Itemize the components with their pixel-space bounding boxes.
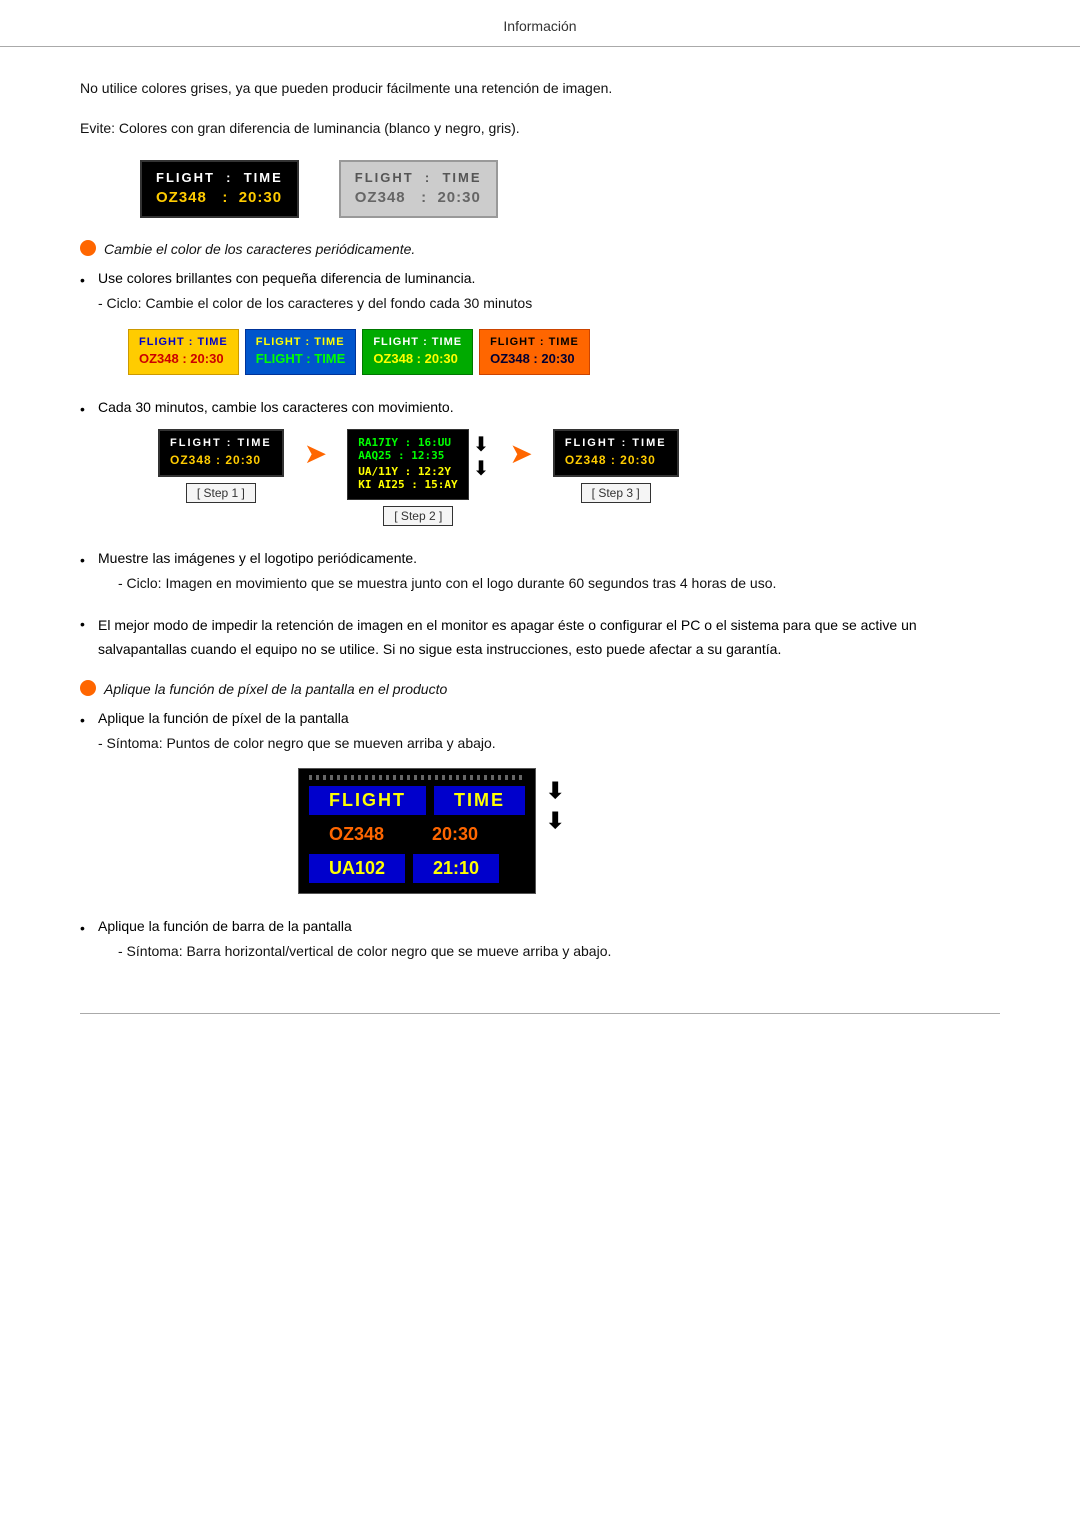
cycle-board-green: FLIGHT : TIME OZ348 : 20:30 [362, 329, 473, 375]
cycle-board-orange-row2: OZ348 : 20:30 [490, 351, 579, 366]
bullet-5-text: Aplique la función de píxel de la pantal… [98, 710, 1000, 726]
bullet-item-6: • Aplique la función de barra de la pant… [80, 918, 1000, 972]
step-3-board: FLIGHT : TIME OZ348 : 20:30 [553, 429, 679, 477]
bullet-item-5: • Aplique la función de píxel de la pant… [80, 710, 1000, 908]
cycle-board-blue-row1: FLIGHT : TIME [256, 336, 346, 348]
bullet-dot-6: • [80, 920, 98, 936]
sub-text-5: - Síntoma: Puntos de color negro que se … [98, 732, 1000, 754]
cycle-board-green-row2: OZ348 : 20:30 [373, 351, 462, 366]
step-1-label: [ Step 1 ] [186, 483, 256, 503]
board-black-row1: FLIGHT : TIME [156, 170, 283, 185]
bullet-content-5: Aplique la función de píxel de la pantal… [98, 710, 1000, 908]
step-1-row2: OZ348 : 20:30 [170, 453, 272, 467]
pixel-row-ua102: UA102 21:10 [309, 854, 525, 883]
step-2-row2: UA/11Y : 12:2YKI AI25 : 15:AY [358, 465, 457, 491]
board-gray-row1: FLIGHT : TIME [355, 170, 482, 185]
para1: No utilice colores grises, ya que pueden… [80, 77, 1000, 99]
header-title: Información [503, 18, 576, 34]
orange-bullet-1-text: Cambie el color de los caracteres periód… [104, 238, 415, 260]
step-1-row1: FLIGHT : TIME [170, 437, 272, 449]
orange-bullet-1: Cambie el color de los caracteres periód… [80, 238, 1000, 260]
page-content: No utilice colores grises, ya que pueden… [0, 47, 1080, 1064]
pixel-board-dots-row [309, 775, 525, 780]
pixel-cell-2110: 21:10 [413, 854, 499, 883]
arrow-down-pixel-2: ⬇ [546, 808, 564, 834]
cycle-board-orange: FLIGHT : TIME OZ348 : 20:30 [479, 329, 590, 375]
bullet-item-2: • Cada 30 minutos, cambie los caracteres… [80, 399, 1000, 540]
pixel-cell-oz348: OZ348 [309, 820, 404, 849]
orange-circle-icon [80, 240, 96, 256]
cycle-board-yellow-row2: OZ348 : 20:30 [139, 351, 228, 366]
board-gray: FLIGHT : TIME OZ348 : 20:30 [339, 160, 498, 218]
bullet-2-text: Cada 30 minutos, cambie los caracteres c… [98, 399, 1000, 415]
cycle-board-blue-row2: FLIGHT : TIME [256, 351, 346, 366]
intro-boards: FLIGHT : TIME OZ348 : 20:30 FLIGHT : TIM… [140, 160, 1000, 218]
step-section: FLIGHT : TIME OZ348 : 20:30 [ Step 1 ] ➤… [158, 429, 1000, 526]
cycle-board-yellow: FLIGHT : TIME OZ348 : 20:30 [128, 329, 239, 375]
step-3-row2: OZ348 : 20:30 [565, 453, 667, 467]
bullet-content-2: Cada 30 minutos, cambie los caracteres c… [98, 399, 1000, 540]
page-header: Información [0, 0, 1080, 47]
cycle-board-blue: FLIGHT : TIME FLIGHT : TIME [245, 329, 357, 375]
para2: Evite: Colores con gran diferencia de lu… [80, 117, 1000, 139]
bullet-1-text: Use colores brillantes con pequeña difer… [98, 270, 1000, 286]
page-footer [80, 1013, 1000, 1024]
cycle-boards: FLIGHT : TIME OZ348 : 20:30 FLIGHT : TIM… [128, 329, 1000, 375]
bullet-dot-2: • [80, 401, 98, 417]
bullet-4-text: El mejor modo de impedir la retención de… [98, 614, 1000, 662]
bullet-3-text: Muestre las imágenes y el logotipo perió… [98, 550, 1000, 566]
bullet-content-6: Aplique la función de barra de la pantal… [98, 918, 1000, 972]
step-2: RA17IY : 16:UUAAQ25 : 12:35 UA/11Y : 12:… [347, 429, 489, 526]
pixel-board: FLIGHT TIME OZ348 20:30 UA102 21:10 [298, 768, 536, 894]
step-3-row1: FLIGHT : TIME [565, 437, 667, 449]
sub-text-3: - Ciclo: Imagen en movimiento que se mue… [118, 572, 1000, 594]
step-arrow-2: ➤ [509, 437, 532, 470]
bullet-content-3: Muestre las imágenes y el logotipo perió… [98, 550, 1000, 604]
cycle-board-orange-row1: FLIGHT : TIME [490, 336, 579, 348]
pixel-side-arrows: ⬇ ⬇ [546, 778, 564, 834]
board-black-row2: OZ348 : 20:30 [156, 189, 283, 206]
step-1-board: FLIGHT : TIME OZ348 : 20:30 [158, 429, 284, 477]
bullet-dot-4: • [80, 616, 98, 632]
bullet-6-text: Aplique la función de barra de la pantal… [98, 918, 1000, 934]
cycle-board-yellow-row1: FLIGHT : TIME [139, 336, 228, 348]
step-1: FLIGHT : TIME OZ348 : 20:30 [ Step 1 ] [158, 429, 284, 503]
pixel-row-oz348: OZ348 20:30 [309, 820, 525, 849]
bullet-item-3: • Muestre las imágenes y el logotipo per… [80, 550, 1000, 604]
board-black: FLIGHT : TIME OZ348 : 20:30 [140, 160, 299, 218]
orange-circle-icon-2 [80, 680, 96, 696]
arrow-down-icon-1: ⬇ [473, 433, 490, 457]
pixel-cell-2030: 20:30 [412, 820, 498, 849]
pixel-board-header-row: FLIGHT TIME [309, 786, 525, 815]
step-3-label: [ Step 3 ] [581, 483, 651, 503]
cycle-board-green-row1: FLIGHT : TIME [373, 336, 462, 348]
orange-bullet-2-text: Aplique la función de píxel de la pantal… [104, 678, 447, 700]
bullet-dot-3: • [80, 552, 98, 568]
pixel-board-container: FLIGHT TIME OZ348 20:30 UA102 21:10 [298, 768, 1000, 894]
bullet-dot-5: • [80, 712, 98, 728]
dots-pattern [309, 775, 525, 780]
sub-text-6: - Síntoma: Barra horizontal/vertical de … [118, 940, 1000, 962]
bullet-content-4: El mejor modo de impedir la retención de… [98, 614, 1000, 662]
pixel-header-flight: FLIGHT [309, 786, 426, 815]
pixel-cell-ua102: UA102 [309, 854, 405, 883]
step-2-board: RA17IY : 16:UUAAQ25 : 12:35 UA/11Y : 12:… [347, 429, 468, 500]
orange-bullet-2: Aplique la función de píxel de la pantal… [80, 678, 1000, 700]
bullet-item-1: • Use colores brillantes con pequeña dif… [80, 270, 1000, 388]
board-gray-row2: OZ348 : 20:30 [355, 189, 482, 206]
bullet-content-1: Use colores brillantes con pequeña difer… [98, 270, 1000, 388]
step-2-label: [ Step 2 ] [383, 506, 453, 526]
step-3: FLIGHT : TIME OZ348 : 20:30 [ Step 3 ] [553, 429, 679, 503]
arrow-down-pixel-1: ⬇ [546, 778, 564, 804]
bullet-dot-1: • [80, 272, 98, 288]
sub-text-1: - Ciclo: Cambie el color de los caracter… [98, 292, 1000, 314]
pixel-header-time: TIME [434, 786, 525, 815]
bullet-item-4: • El mejor modo de impedir la retención … [80, 614, 1000, 662]
step-2-row1: RA17IY : 16:UUAAQ25 : 12:35 [358, 436, 457, 462]
arrow-down-icon-2: ⬇ [473, 457, 490, 481]
step-arrow-1: ➤ [304, 437, 327, 470]
